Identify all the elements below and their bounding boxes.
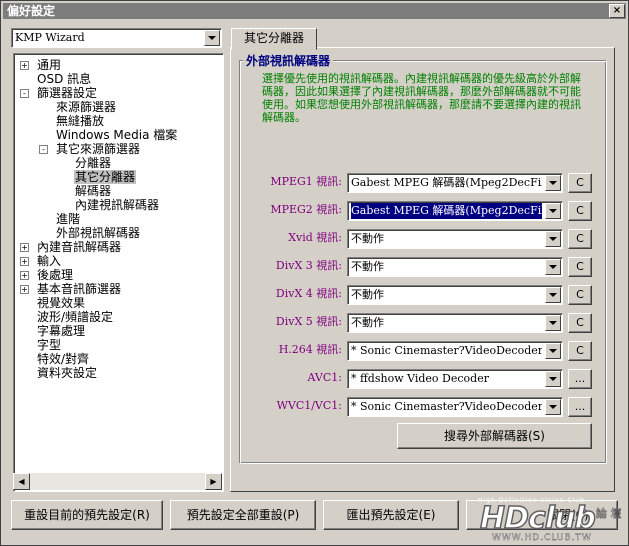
decoder-label: AVC1:: [307, 371, 342, 384]
section-title: 外部視訊解碼器: [243, 52, 334, 69]
decoder-select[interactable]: 不動作: [347, 285, 563, 305]
reset-all-presets-button[interactable]: 預先設定全部重設(P): [170, 500, 316, 530]
more-options-button[interactable]: ...: [568, 397, 592, 417]
decoder-label: MPEG1 視訊:: [270, 175, 342, 188]
search-external-decoders-button[interactable]: 搜尋外部解碼器(S): [397, 423, 592, 449]
chevron-down-icon[interactable]: [545, 399, 561, 415]
decoder-select-value: * ffdshow Video Decoder: [351, 372, 489, 385]
decoder-label: WVC1/VC1:: [276, 399, 342, 412]
decoder-select[interactable]: 不動作: [347, 229, 563, 249]
decoder-label: DivX 3 視訊:: [275, 259, 342, 272]
decoder-select-value: 不動作: [351, 232, 384, 245]
chevron-down-icon[interactable]: [545, 371, 561, 387]
configure-button[interactable]: C: [568, 313, 592, 333]
hdclub-watermark: High Definition Vision Club HDclub 論 壇 W…: [478, 497, 626, 543]
decoder-select[interactable]: * Sonic Cinemaster?VideoDecoder 4.2: [347, 397, 563, 417]
watermark-chinese: 論 壇: [596, 507, 622, 521]
chevron-down-icon[interactable]: [545, 231, 561, 247]
configure-button[interactable]: C: [568, 173, 592, 193]
decoder-select[interactable]: 不動作: [347, 257, 563, 277]
more-options-button[interactable]: ...: [568, 369, 592, 389]
decoder-label: DivX 4 視訊:: [275, 287, 342, 300]
export-preset-button[interactable]: 匯出預先設定(E): [323, 500, 459, 530]
decoder-label: Xvid 視訊:: [288, 231, 342, 244]
decoder-select-value: 不動作: [351, 260, 384, 273]
chevron-down-icon[interactable]: [545, 287, 561, 303]
decoder-select-value: Gabest MPEG 解碼器(Mpeg2DecFilter.ax): [351, 176, 542, 189]
decoder-select-value: Gabest MPEG 解碼器(Mpeg2DecFilter.ax): [351, 203, 542, 219]
configure-button[interactable]: C: [568, 229, 592, 249]
watermark-logo-text: HDclub: [479, 500, 596, 537]
decoder-select[interactable]: * ffdshow Video Decoder: [347, 369, 563, 389]
decoder-select-value: * Sonic Cinemaster?VideoDecoder 4.2: [351, 400, 542, 413]
chevron-down-icon[interactable]: [545, 343, 561, 359]
configure-button[interactable]: C: [568, 285, 592, 305]
decoder-select[interactable]: Gabest MPEG 解碼器(Mpeg2DecFilter.ax): [347, 201, 563, 221]
chevron-down-icon[interactable]: [545, 259, 561, 275]
decoder-select[interactable]: * Sonic Cinemaster?VideoDecoder 4.2: [347, 341, 563, 361]
configure-button[interactable]: C: [568, 257, 592, 277]
decoder-select-value: 不動作: [351, 316, 384, 329]
decoder-select[interactable]: 不動作: [347, 313, 563, 333]
decoder-select[interactable]: Gabest MPEG 解碼器(Mpeg2DecFilter.ax): [347, 173, 563, 193]
decoder-select-value: * Sonic Cinemaster?VideoDecoder 4.2: [351, 344, 542, 357]
chevron-down-icon[interactable]: [545, 175, 561, 191]
decoder-label: H.264 視訊:: [278, 343, 342, 356]
chevron-down-icon[interactable]: [545, 315, 561, 331]
watermark-url: WWW.HD.CLUB.TW: [492, 533, 592, 543]
configure-button[interactable]: C: [568, 201, 592, 221]
section-description: 選擇優先使用的視訊解碼器。內建視訊解碼器的優先級高於外部解碼器，因此如果選擇了內…: [262, 72, 581, 124]
decoder-select-value: 不動作: [351, 288, 384, 301]
decoder-label: MPEG2 視訊:: [270, 203, 342, 216]
chevron-down-icon[interactable]: [545, 203, 561, 219]
reset-current-preset-button[interactable]: 重設目前的預先設定(R): [11, 500, 163, 530]
decoder-label: DivX 5 視訊:: [275, 315, 342, 328]
configure-button[interactable]: C: [568, 341, 592, 361]
